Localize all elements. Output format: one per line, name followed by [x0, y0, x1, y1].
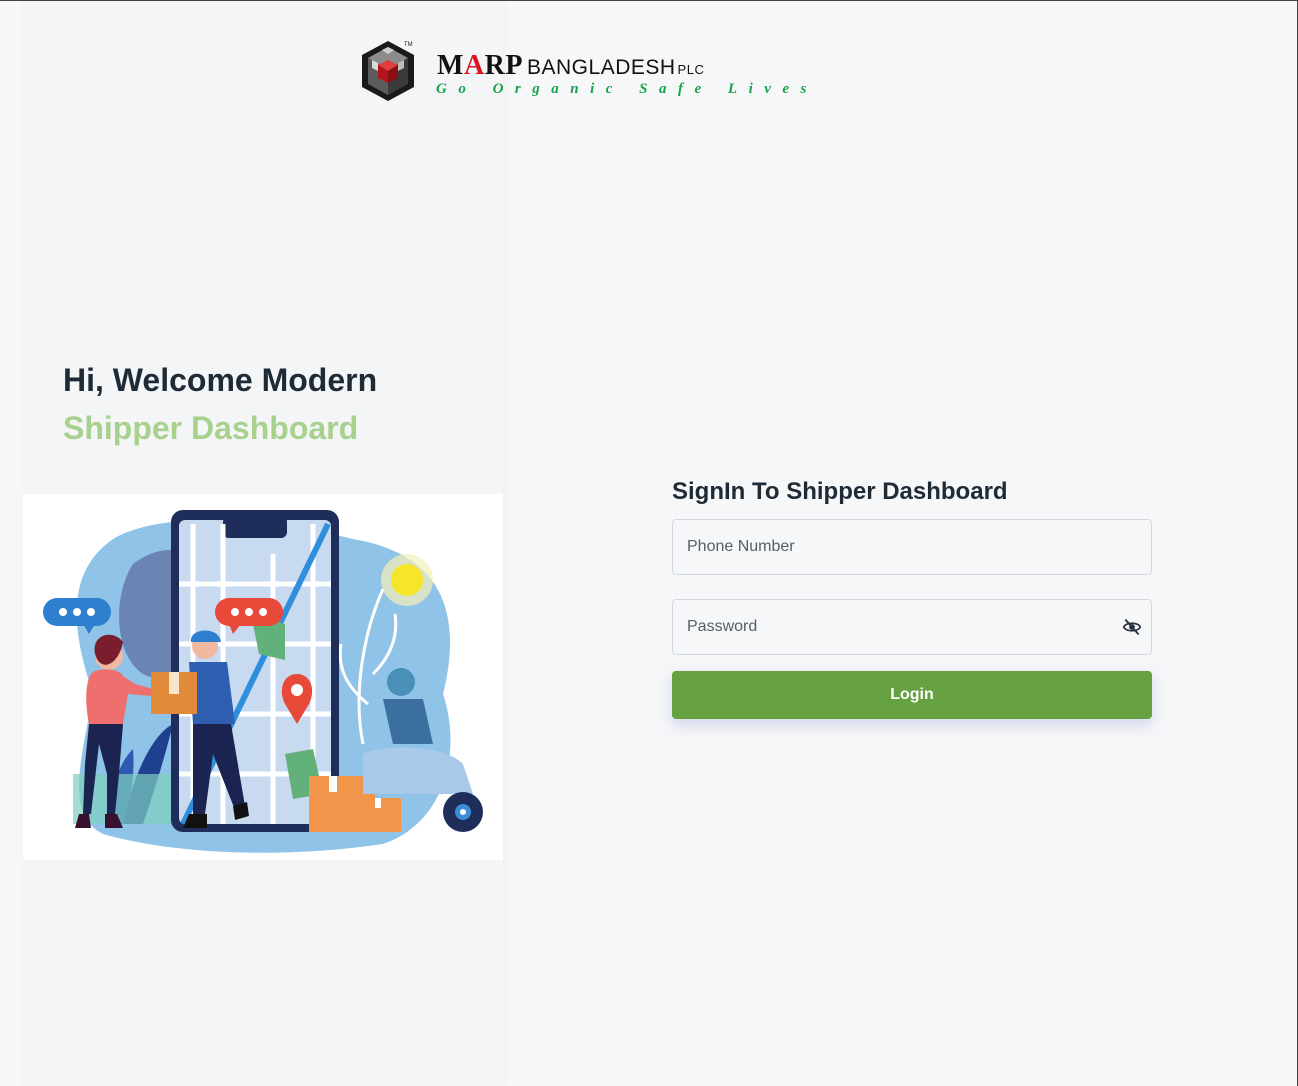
company-logo: TM MARP BANGLADESH PLC Go Organic Safe Liv… [358, 38, 806, 104]
welcome-heading: Hi, Welcome Modern [63, 362, 378, 398]
delivery-illustration [23, 494, 503, 860]
phone-number-input[interactable] [672, 519, 1152, 575]
svg-text:TM: TM [404, 42, 413, 48]
logo-brand-text: MARP BANGLADESH PLC [437, 50, 705, 81]
logo-tagline: Go Organic Safe Lives [436, 81, 818, 97]
password-input[interactable] [672, 599, 1152, 655]
eye-off-icon[interactable] [1122, 617, 1142, 637]
cube-logo-icon: TM [362, 41, 414, 101]
login-button[interactable]: Login [672, 671, 1152, 719]
signin-title: SignIn To Shipper Dashboard [672, 478, 1008, 505]
delivery-illustration-graphic [43, 510, 483, 853]
welcome-subheading: Shipper Dashboard [63, 410, 359, 446]
